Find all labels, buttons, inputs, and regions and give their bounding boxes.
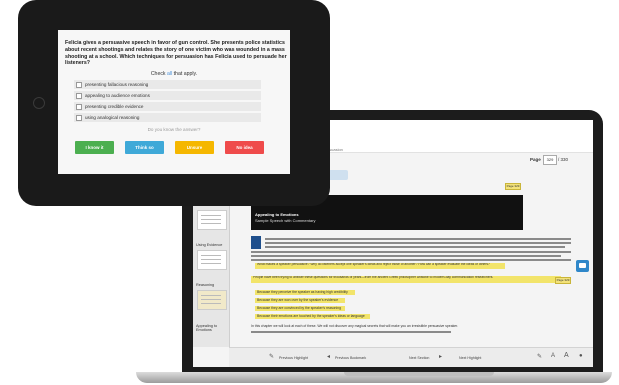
text-line [251,331,451,333]
closing-text: In this chapter we will look at each of … [251,324,459,328]
bullet-item: Because their emotions are touched by th… [257,314,365,318]
think-so-button[interactable]: Think so [125,141,164,154]
bullet-item: Because they are convinced by the speake… [257,306,341,310]
highlighter-icon[interactable]: ✎ [537,353,542,360]
highlighted-text: People have been trying to answer these … [253,276,494,279]
highlighted-text: What makes a speaker persuasive? Why do … [257,263,490,266]
bookmark-icon[interactable]: ◂ [327,353,330,360]
page-label: Page [530,157,541,162]
checkbox[interactable] [76,115,82,121]
page-tag: Page 329 [555,277,571,284]
previous-highlight-button[interactable]: Previous Highlight [279,356,308,360]
text-line [251,255,561,257]
drop-cap [251,236,261,249]
sidebar-label: Using Evidence [196,243,223,247]
page-total: / 330 [558,157,569,162]
flashcard-screen: Felicia gives a persuasive speech in fav… [58,30,290,174]
instruction: Check all that apply. [150,71,198,77]
font-size-icon[interactable]: A [551,353,555,359]
text-line [251,259,571,261]
unsure-button[interactable]: Unsure [175,141,214,154]
banner-subtitle: Sample Speech with Commentary [255,218,316,223]
reader-bottom-bar: ✎ Previous Highlight ◂ Previous Bookmark… [229,347,593,367]
text-line [251,251,571,253]
no-idea-button[interactable]: No idea [225,141,264,154]
next-highlight-button[interactable]: Next Highlight [459,356,481,360]
bullet-item: Because they are won over by the speaker… [257,298,339,302]
pencil-icon[interactable]: ✎ [269,353,274,360]
page-number-input[interactable]: 329 [543,155,557,165]
font-size-large-icon[interactable]: A [564,352,569,359]
answer-option[interactable]: appealing to audience emotions [74,91,261,100]
home-button[interactable] [33,97,45,109]
answer-option[interactable]: using analogical reasoning [74,113,261,122]
next-section-button[interactable]: Next Section [409,356,429,360]
answer-option[interactable]: presenting credible evidence [74,102,261,111]
checkbox[interactable] [76,93,82,99]
question-text: Felicia gives a persuasive speech in fav… [65,40,287,67]
checkbox[interactable] [76,82,82,88]
page-thumbnail[interactable] [197,250,227,270]
laptop-notch [344,372,494,376]
text-line [265,238,571,240]
banner-title: Appealing to Emotions [255,212,299,217]
note-icon[interactable] [576,260,589,272]
bullet-item: Because they perceive the speaker as hav… [257,290,348,294]
i-know-it-button[interactable]: I know it [75,141,114,154]
next-arrow-icon[interactable]: ▸ [439,353,442,360]
text-line [265,242,571,244]
microphone-icon[interactable]: ● [579,353,583,359]
sidebar-label: Appealing to Emotions [196,324,218,332]
page-thumbnail[interactable] [197,290,227,310]
sidebar-label: Reasoning [196,283,215,287]
answer-option[interactable]: presenting fallacious reasoning [74,80,261,89]
confidence-prompt: Do you know the answer? [147,127,201,132]
text-line [265,246,565,248]
checkbox[interactable] [76,104,82,110]
page-thumbnail[interactable] [197,210,227,230]
page-tag: Page 329 [505,183,521,190]
previous-bookmark-button[interactable]: Previous Bookmark [335,356,366,360]
